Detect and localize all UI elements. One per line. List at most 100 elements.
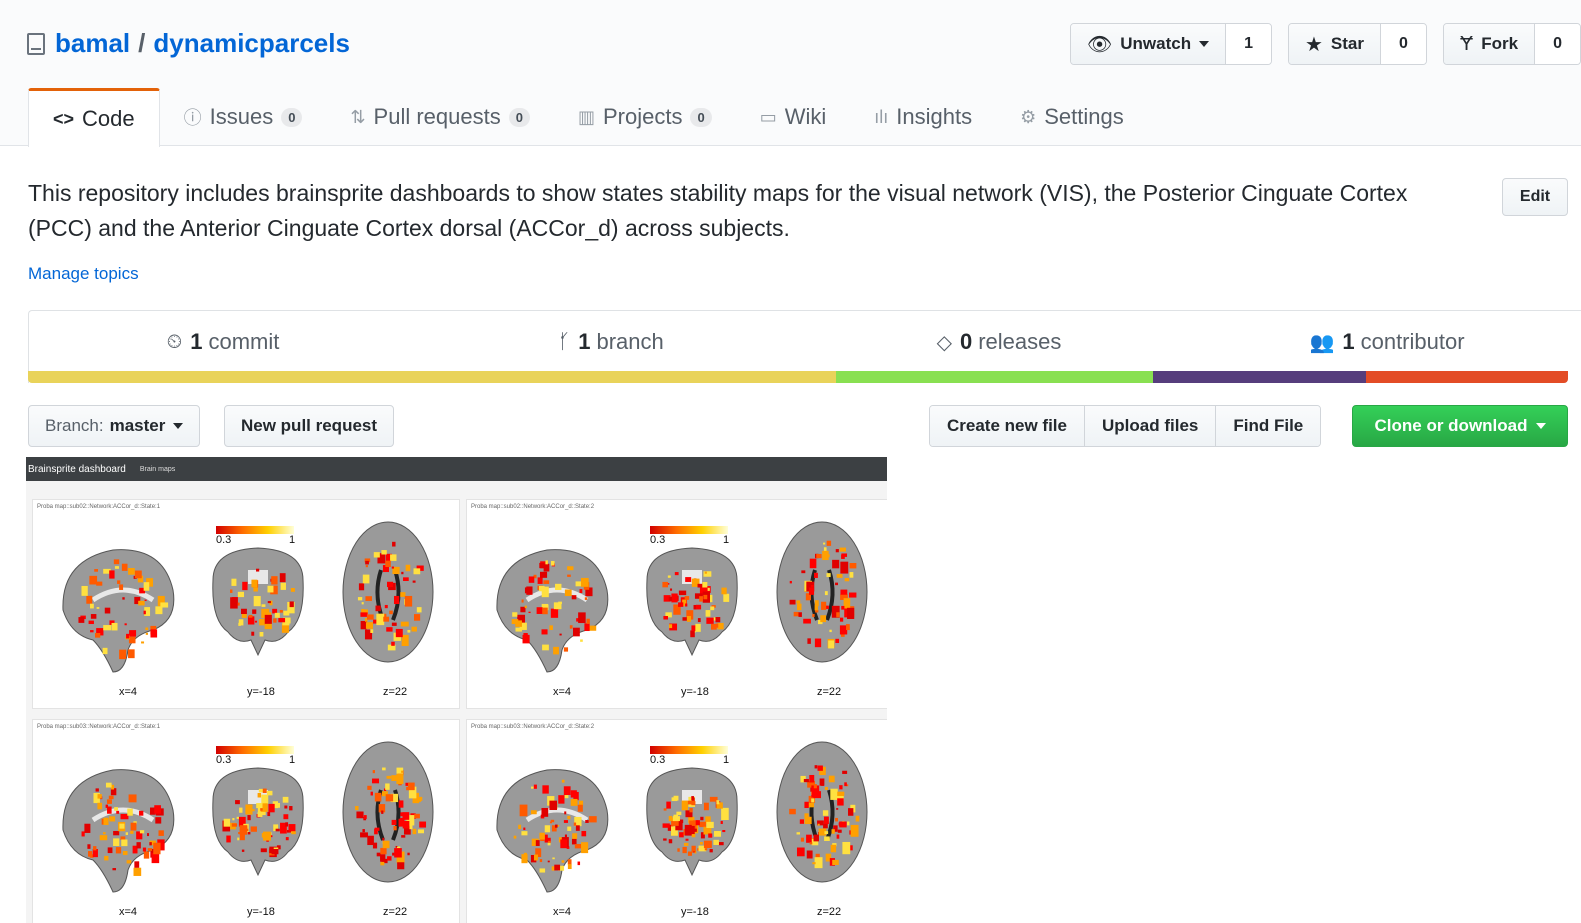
- tag-icon: ◇: [936, 331, 952, 354]
- clone-or-download-button[interactable]: Clone or download: [1352, 405, 1568, 447]
- brain-slices: [62, 741, 434, 893]
- releases-label: releases: [978, 329, 1062, 354]
- repo-name-link[interactable]: dynamicparcels: [153, 28, 350, 59]
- create-new-file-button[interactable]: Create new file: [930, 406, 1084, 446]
- tab-projects[interactable]: ▥ Projects 0: [554, 88, 736, 146]
- branch-name: master: [109, 416, 166, 435]
- tab-settings[interactable]: ⚙ Settings: [996, 88, 1148, 146]
- pull-requests-counter: 0: [508, 107, 530, 127]
- tab-label: Projects: [602, 104, 683, 129]
- star-button[interactable]: ★ Star: [1288, 24, 1380, 64]
- new-pull-request-button[interactable]: New pull request: [224, 405, 395, 447]
- slice-coordinate: x=4: [553, 686, 572, 698]
- language-segment: [1153, 371, 1367, 383]
- slice-coordinate: y=-18: [247, 686, 275, 698]
- tab-label: Pull requests: [373, 104, 501, 129]
- code-icon: <>: [53, 108, 75, 129]
- brain-slices: [496, 521, 868, 673]
- file-actions: Create new file Upload files Find File: [929, 405, 1322, 447]
- slice-coordinate: y=-18: [681, 906, 709, 918]
- language-segment: [1366, 371, 1568, 383]
- slice-coordinate: z=22: [383, 906, 408, 918]
- fork-group: Ɏ Fork 0: [1442, 23, 1581, 65]
- slice-coordinate: z=22: [383, 686, 408, 698]
- brain-map-panel: Proba map::sub02::Network:ACCor_d::State…: [32, 499, 460, 709]
- slice-coordinate: z=22: [817, 906, 842, 918]
- star-group: ★ Star 0: [1287, 23, 1427, 65]
- tab-insights[interactable]: ılı Insights: [850, 88, 996, 146]
- branches-count: 1: [578, 329, 591, 354]
- find-file-button[interactable]: Find File: [1215, 406, 1321, 446]
- slice-coordinate: y=-18: [681, 686, 709, 698]
- releases-count: 0: [959, 329, 973, 354]
- contributors-link[interactable]: 👥 1 contributor: [1193, 311, 1581, 373]
- slice-coordinate: z=22: [817, 686, 842, 698]
- repo-title-separator: /: [138, 28, 146, 58]
- repo-owner-link[interactable]: bamal: [55, 28, 130, 59]
- manage-topics-link[interactable]: Manage topics: [28, 264, 139, 284]
- pull-request-icon: ⇅: [350, 106, 366, 127]
- brain-map-panel: Proba map::sub02::Network:ACCor_d::State…: [466, 499, 887, 709]
- eye-icon: 👁: [1086, 33, 1113, 56]
- issues-counter: 0: [281, 107, 303, 127]
- dashboard-navbar: Brainsprite dashboard Brain maps: [26, 457, 887, 481]
- tab-label: Settings: [1044, 104, 1124, 129]
- graph-icon: ılı: [874, 106, 889, 127]
- people-icon: 👥: [1309, 331, 1335, 354]
- tab-pull-requests[interactable]: ⇅ Pull requests 0: [326, 88, 554, 146]
- book-icon: ▭: [759, 106, 777, 127]
- contributors-label: contributor: [1360, 329, 1465, 354]
- projects-counter: 0: [690, 107, 712, 127]
- commits-link[interactable]: ⏲ 1 commit: [29, 311, 417, 373]
- edit-description-button[interactable]: Edit: [1502, 178, 1568, 216]
- tab-label: Issues: [209, 104, 274, 129]
- gear-icon: ⚙: [1020, 106, 1037, 127]
- chevron-down-icon: [173, 423, 184, 429]
- clone-label: Clone or download: [1374, 416, 1528, 435]
- dashboard-preview-image: Brainsprite dashboard Brain maps Proba m…: [26, 457, 887, 923]
- tab-issues[interactable]: ⓘ Issues 0: [160, 88, 327, 146]
- stargazers-count[interactable]: 0: [1380, 24, 1426, 64]
- unwatch-button[interactable]: 👁 Unwatch: [1070, 24, 1226, 64]
- tab-code[interactable]: <> Code: [28, 88, 160, 147]
- language-segment: [28, 371, 836, 383]
- brain-map-panel: Proba map::sub03::Network:ACCor_d::State…: [466, 719, 887, 923]
- pagehead-actions: 👁 Unwatch 1 ★ Star 0 Ɏ Fork 0: [1069, 23, 1581, 65]
- project-icon: ▥: [577, 106, 595, 127]
- releases-link[interactable]: ◇ 0 releases: [805, 311, 1193, 373]
- watch-group: 👁 Unwatch 1: [1069, 23, 1272, 65]
- chevron-down-icon: [1535, 423, 1546, 429]
- language-bar[interactable]: [28, 371, 1568, 383]
- repo-description: This repository includes brainsprite das…: [28, 180, 1408, 241]
- branches-link[interactable]: ᚶ 1 branch: [417, 311, 805, 373]
- slice-coordinate: x=4: [553, 906, 572, 918]
- watchers-count[interactable]: 1: [1225, 24, 1271, 64]
- history-icon: ⏲: [166, 330, 183, 353]
- branch-select-button[interactable]: Branch: master: [28, 405, 201, 447]
- axial-slice: [776, 521, 868, 663]
- slice-coordinate: x=4: [119, 906, 138, 918]
- star-label: Star: [1330, 34, 1364, 53]
- fork-button[interactable]: Ɏ Fork: [1443, 24, 1535, 64]
- unwatch-label: Unwatch: [1120, 34, 1192, 53]
- branch-icon: ᚶ: [558, 330, 571, 353]
- axial-slice: [342, 521, 434, 663]
- tab-label: Code: [82, 106, 135, 131]
- language-segment: [835, 371, 1154, 383]
- fork-icon: Ɏ: [1459, 32, 1474, 55]
- repo-icon: [27, 32, 45, 55]
- slice-coordinate: x=4: [119, 686, 138, 698]
- repo-header: bamal / dynamicparcels 👁 Unwatch 1 ★ Sta…: [0, 0, 1581, 147]
- issue-icon: ⓘ: [183, 108, 202, 128]
- upload-files-button[interactable]: Upload files: [1084, 406, 1216, 446]
- dashboard-nav-title: Brainsprite dashboard: [28, 463, 126, 475]
- tab-wiki[interactable]: ▭ Wiki: [736, 88, 851, 146]
- tab-label: Insights: [896, 104, 973, 129]
- forks-count[interactable]: 0: [1534, 24, 1580, 64]
- brain-slices: [62, 521, 434, 673]
- dashboard-nav-link: Brain maps: [139, 465, 176, 473]
- brain-slices: [496, 741, 868, 893]
- repo-nav: <> Code ⓘ Issues 0 ⇅ Pull requests 0 ▥ P…: [28, 88, 1148, 147]
- fork-label: Fork: [1481, 34, 1519, 53]
- contributors-count: 1: [1342, 329, 1355, 354]
